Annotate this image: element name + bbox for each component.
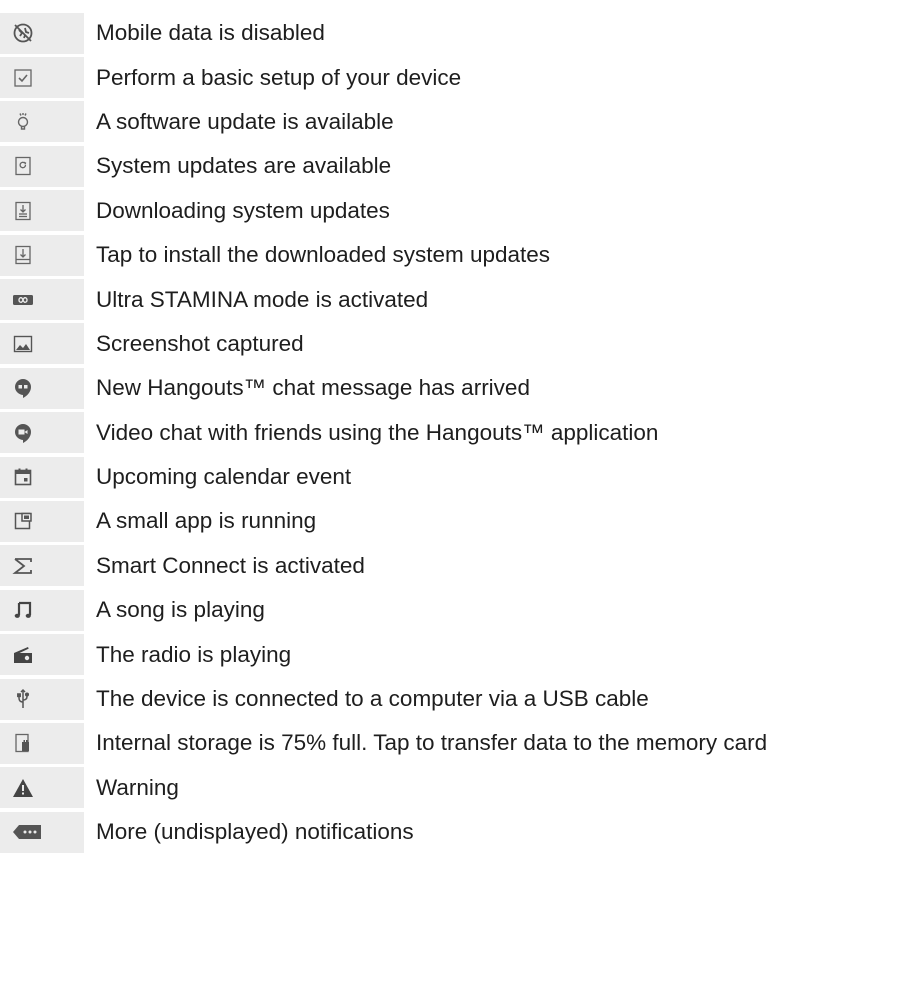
- notification-label: Smart Connect is activated: [96, 552, 365, 578]
- hangouts-video-icon: [0, 412, 84, 454]
- table-row: Warning: [0, 766, 906, 810]
- table-row: Internal storage is 75% full. Tap to tra…: [0, 721, 906, 765]
- lightbulb-icon: [0, 101, 84, 143]
- table-row: Mobile data is disabled: [0, 11, 906, 55]
- notification-label: A song is playing: [96, 597, 265, 623]
- music-note-icon: [0, 589, 84, 631]
- notification-label: Warning: [96, 774, 179, 800]
- storage-icon: [0, 722, 84, 764]
- notification-label: Upcoming calendar event: [96, 464, 352, 490]
- notification-label: Perform a basic setup of your device: [96, 64, 462, 90]
- table-row: A small app is running: [0, 499, 906, 543]
- screenshot-icon: [0, 323, 84, 365]
- table-row: The radio is playing: [0, 632, 906, 676]
- table-row: Upcoming calendar event: [0, 455, 906, 499]
- notification-label: Tap to install the downloaded system upd…: [96, 242, 551, 268]
- system-update-icon: [0, 145, 84, 187]
- notification-label: A small app is running: [96, 508, 317, 534]
- notification-icon-table: Mobile data is disabled Perform a basic …: [0, 11, 906, 854]
- table-row: A song is playing: [0, 588, 906, 632]
- smart-connect-icon: [0, 545, 84, 587]
- notification-label: Video chat with friends using the Hangou…: [96, 419, 659, 445]
- table-row: Screenshot captured: [0, 322, 906, 366]
- notification-label: Ultra STAMINA mode is activated: [96, 286, 429, 312]
- notification-label: A software update is available: [96, 108, 394, 134]
- ultra-stamina-icon: [0, 279, 84, 321]
- table-row: Video chat with friends using the Hangou…: [0, 411, 906, 455]
- notification-label: More (undisplayed) notifications: [96, 819, 414, 845]
- table-row: System updates are available: [0, 144, 906, 188]
- downloading-update-icon: [0, 190, 84, 232]
- notification-label: The device is connected to a computer vi…: [96, 686, 649, 712]
- notification-label: Mobile data is disabled: [96, 20, 325, 46]
- more-notifications-icon: [0, 811, 84, 853]
- notification-label: Downloading system updates: [96, 197, 390, 223]
- table-row: New Hangouts™ chat message has arrived: [0, 366, 906, 410]
- table-row: A software update is available: [0, 100, 906, 144]
- calendar-icon: [0, 456, 84, 498]
- mobile-data-disabled-icon: [0, 12, 84, 54]
- table-row: Perform a basic setup of your device: [0, 55, 906, 99]
- table-row: The device is connected to a computer vi…: [0, 677, 906, 721]
- hangouts-message-icon: [0, 367, 84, 409]
- table-row: Ultra STAMINA mode is activated: [0, 277, 906, 321]
- table-row: Smart Connect is activated: [0, 544, 906, 588]
- table-row: Tap to install the downloaded system upd…: [0, 233, 906, 277]
- warning-icon: [0, 767, 84, 809]
- notification-label: Screenshot captured: [96, 330, 304, 356]
- install-update-icon: [0, 234, 84, 276]
- notification-label: Internal storage is 75% full. Tap to tra…: [96, 730, 768, 756]
- checkbox-icon: [0, 57, 84, 99]
- table-row: Downloading system updates: [0, 189, 906, 233]
- radio-icon: [0, 634, 84, 676]
- notification-label: System updates are available: [96, 153, 392, 179]
- notification-label: New Hangouts™ chat message has arrived: [96, 375, 530, 401]
- table-row: More (undisplayed) notifications: [0, 810, 906, 854]
- usb-icon: [0, 678, 84, 720]
- small-app-icon: [0, 500, 84, 542]
- notification-label: The radio is playing: [96, 641, 292, 667]
